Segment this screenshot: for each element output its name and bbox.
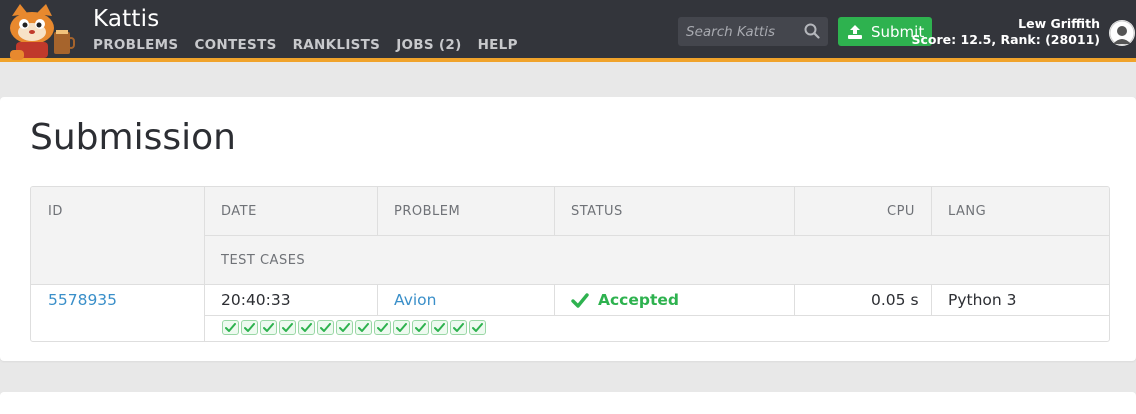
header-date: DATE [221, 204, 257, 219]
header-test-cases: TEST CASES [221, 253, 306, 268]
submission-id-link[interactable]: 5578935 [48, 291, 117, 309]
header-status: STATUS [571, 204, 623, 219]
brand-name[interactable]: Kattis [93, 6, 159, 32]
page-title: Submission [30, 117, 236, 158]
status-text: Accepted [598, 291, 679, 309]
nav-help[interactable]: HELP [478, 37, 518, 53]
test-case-check-icon[interactable] [374, 320, 391, 335]
test-case-check-icon[interactable] [279, 320, 296, 335]
submission-date: 20:40:33 [221, 291, 291, 309]
header-id: ID [48, 204, 63, 219]
test-case-check-icon[interactable] [298, 320, 315, 335]
problem-link[interactable]: Avion [394, 291, 436, 309]
table-header [31, 187, 1109, 285]
search-box [678, 17, 828, 46]
test-case-check-icon[interactable] [317, 320, 334, 335]
test-case-check-icon[interactable] [412, 320, 429, 335]
test-case-check-icon[interactable] [260, 320, 277, 335]
test-case-check-icon[interactable] [450, 320, 467, 335]
header-lang: LANG [948, 204, 987, 219]
top-navbar: Kattis PROBLEMS CONTESTS RANKLISTS JOBS … [0, 0, 1136, 62]
avatar[interactable] [1109, 20, 1135, 46]
test-case-check-icon[interactable] [431, 320, 448, 335]
cpu-time: 0.05 s [871, 291, 919, 309]
search-input[interactable] [678, 17, 796, 46]
main-nav: PROBLEMS CONTESTS RANKLISTS JOBS (2) HEL… [93, 37, 534, 53]
test-case-check-icon[interactable] [222, 320, 239, 335]
nav-ranklists[interactable]: RANKLISTS [293, 37, 381, 53]
nav-jobs[interactable]: JOBS (2) [396, 37, 461, 53]
secondary-card [0, 392, 1136, 414]
submission-table: ID DATE PROBLEM STATUS CPU LANG TEST CAS… [30, 186, 1110, 342]
test-case-check-icon[interactable] [393, 320, 410, 335]
status-badge: Accepted [571, 291, 679, 309]
user-name[interactable]: Lew Griffith [1018, 16, 1100, 31]
test-case-check-icon[interactable] [469, 320, 486, 335]
test-case-check-icon[interactable] [355, 320, 372, 335]
language: Python 3 [948, 291, 1017, 309]
nav-contests[interactable]: CONTESTS [194, 37, 276, 53]
submission-card: Submission ID DATE PROBLEM STATUS CPU LA… [0, 97, 1136, 361]
test-case-check-icon[interactable] [241, 320, 258, 335]
user-score: Score: 12.5, Rank: (28011) [911, 32, 1100, 47]
search-icon[interactable] [804, 23, 820, 39]
check-icon [571, 292, 589, 308]
upload-icon [847, 24, 863, 40]
test-case-list [222, 320, 486, 335]
header-problem: PROBLEM [394, 204, 461, 219]
test-case-check-icon[interactable] [336, 320, 353, 335]
kattis-logo-icon[interactable] [2, 2, 80, 60]
nav-problems[interactable]: PROBLEMS [93, 37, 178, 53]
header-cpu: CPU [887, 204, 915, 219]
